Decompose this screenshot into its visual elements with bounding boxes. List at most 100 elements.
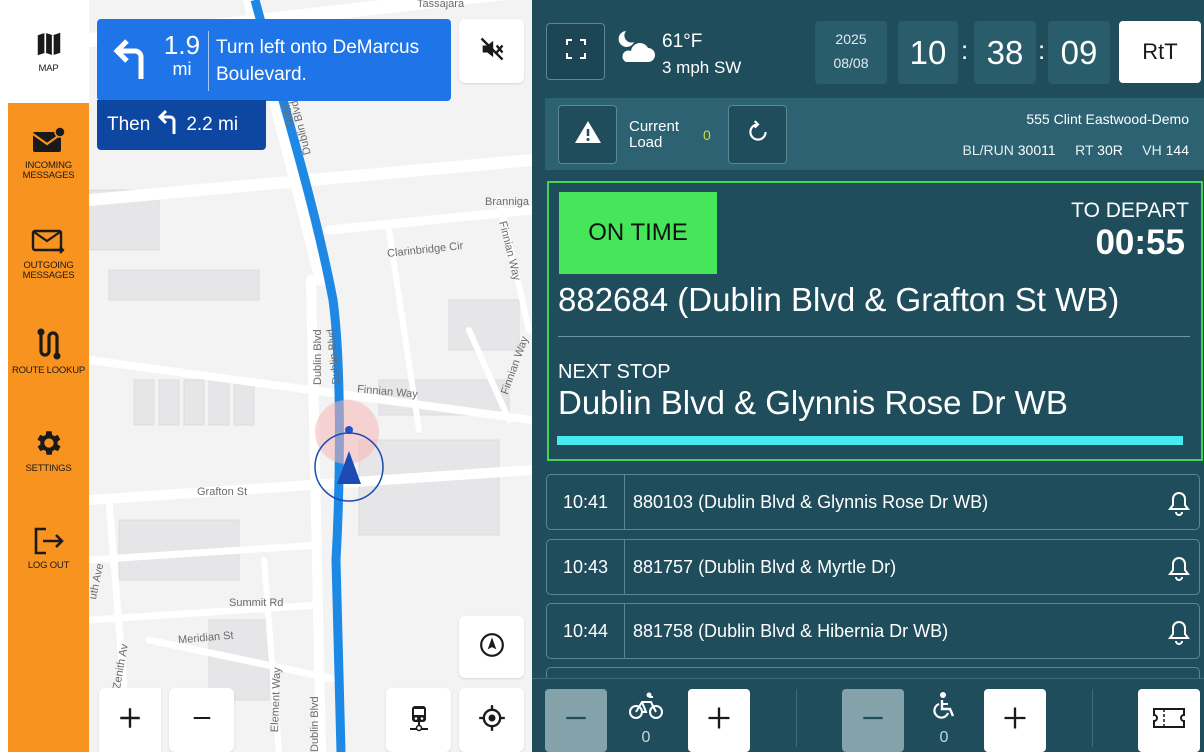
depart-countdown: 00:55 bbox=[1095, 223, 1185, 262]
weather-temp: 61°F bbox=[662, 31, 703, 52]
bike-increment-button[interactable] bbox=[688, 689, 750, 752]
sidebar-item-label: OUTGOING MESSAGES bbox=[22, 259, 75, 281]
clock-separator: : bbox=[961, 35, 969, 65]
crosshair-icon bbox=[478, 704, 506, 737]
minus-icon bbox=[191, 707, 213, 734]
vh-value: 144 bbox=[1165, 142, 1189, 158]
sidebar-item-route-lookup[interactable]: ROUTE LOOKUP bbox=[8, 316, 89, 386]
transit-stop-button[interactable] bbox=[386, 688, 451, 752]
nav-distance-unit: mi bbox=[172, 59, 192, 79]
wheelchair-decrement-button[interactable] bbox=[842, 689, 904, 752]
stop-time: 10:44 bbox=[547, 604, 625, 658]
zoom-out-button[interactable] bbox=[169, 688, 234, 752]
date-year: 2025 bbox=[835, 31, 867, 47]
stop-progress-bar bbox=[557, 436, 1183, 445]
refresh-load-button[interactable] bbox=[728, 105, 787, 164]
sidebar-item-incoming-messages[interactable]: INCOMING MESSAGES bbox=[8, 118, 89, 188]
bike-count: 0 bbox=[641, 729, 651, 746]
upcoming-stop-row[interactable]: 10:44 881758 (Dublin Blvd & Hibernia Dr … bbox=[546, 603, 1200, 659]
street-label: Element Way bbox=[269, 667, 284, 733]
run-identifiers: BL/RUN 30011 RT 30R VH 144 bbox=[963, 142, 1190, 158]
sidebar-item-log-out[interactable]: LOG OUT bbox=[8, 518, 89, 578]
bike-decrement-button[interactable] bbox=[545, 689, 607, 752]
nav-instruction-text: Turn left onto DeMarcus Boulevard. bbox=[216, 37, 420, 85]
bell-icon[interactable] bbox=[1167, 555, 1191, 586]
ticket-icon bbox=[1152, 705, 1186, 736]
street-label: Dublin Blvd bbox=[312, 329, 324, 385]
plus-icon bbox=[1001, 704, 1029, 737]
outgoing-message-icon bbox=[31, 226, 67, 256]
map-view[interactable]: Tassajara Dublin Blvd Dublin Blvd Branni… bbox=[89, 0, 532, 752]
turn-left-icon bbox=[111, 37, 151, 86]
sidebar-item-label: LOG OUT bbox=[27, 559, 70, 571]
gear-icon bbox=[33, 427, 65, 459]
turn-left-icon bbox=[156, 109, 180, 141]
warning-icon bbox=[574, 119, 602, 150]
operator-name: 555 Clint Eastwood-Demo bbox=[1026, 111, 1189, 127]
passenger-counter-bar: 0 0 bbox=[532, 678, 1204, 752]
wheelchair-icon bbox=[926, 691, 962, 726]
zoom-in-button[interactable] bbox=[99, 688, 161, 752]
upcoming-stop-row[interactable]: 10:41 880103 (Dublin Blvd & Glynnis Rose… bbox=[546, 474, 1200, 530]
refresh-icon bbox=[745, 119, 771, 150]
current-stop-card: ON TIME TO DEPART 00:55 882684 (Dublin B… bbox=[547, 181, 1203, 461]
plus-icon bbox=[705, 704, 733, 737]
minus-icon bbox=[860, 705, 886, 736]
minus-icon bbox=[563, 705, 589, 736]
bus-icon bbox=[407, 704, 431, 737]
nav-then-label: Then bbox=[107, 114, 151, 135]
vh-label: VH bbox=[1142, 142, 1162, 158]
divider bbox=[558, 336, 1190, 337]
recenter-button[interactable] bbox=[459, 688, 524, 752]
logout-icon bbox=[32, 526, 66, 556]
stop-name: 881757 (Dublin Blvd & Myrtle Dr) bbox=[633, 557, 897, 577]
divider bbox=[796, 689, 797, 747]
next-stop-name: Dublin Blvd & Glynnis Rose Dr WB bbox=[558, 384, 1068, 421]
bike-icon bbox=[628, 691, 664, 726]
sidebar-edge bbox=[0, 0, 8, 752]
wheelchair-count: 0 bbox=[939, 729, 949, 746]
fullscreen-button[interactable] bbox=[546, 23, 605, 80]
fullscreen-icon bbox=[564, 37, 588, 66]
nav-instruction-banner: 1.9 mi Turn left onto DeMarcus Boulevard… bbox=[97, 19, 451, 101]
volume-off-icon bbox=[478, 35, 506, 68]
bell-icon[interactable] bbox=[1167, 619, 1191, 650]
schedule-status-badge: ON TIME bbox=[559, 192, 717, 274]
rt-label: RT bbox=[1075, 142, 1094, 158]
street-label: Branniga bbox=[485, 196, 530, 208]
depart-label: TO DEPART bbox=[1071, 199, 1189, 222]
nav-distance-value: 1.9 bbox=[163, 30, 201, 60]
dispatch-panel: 61°F 3 mph SW 2025 08/08 10 : 38 : 09 Rt… bbox=[532, 0, 1204, 752]
current-stop-name: 882684 (Dublin Blvd & Grafton St WB) bbox=[558, 281, 1120, 318]
wheelchair-increment-button[interactable] bbox=[984, 689, 1046, 752]
stop-name: 881758 (Dublin Blvd & Hibernia Dr WB) bbox=[633, 621, 949, 641]
sidebar-item-map[interactable]: MAP bbox=[8, 0, 89, 103]
current-load-value: 0 bbox=[703, 127, 711, 143]
next-stop-label: NEXT STOP bbox=[558, 361, 671, 383]
mute-button[interactable] bbox=[459, 19, 524, 83]
sidebar-item-outgoing-messages[interactable]: OUTGOING MESSAGES bbox=[8, 218, 89, 288]
stop-time: 10:41 bbox=[547, 475, 625, 529]
incoming-message-icon bbox=[31, 125, 67, 156]
date-day: 08/08 bbox=[833, 55, 869, 71]
clock-separator: : bbox=[1038, 35, 1046, 65]
compass-button[interactable] bbox=[459, 616, 524, 678]
sidebar-item-label: SETTINGS bbox=[25, 462, 72, 474]
stop-name: 880103 (Dublin Blvd & Glynnis Rose Dr WB… bbox=[633, 492, 989, 512]
upcoming-stop-row[interactable]: 10:43 881757 (Dublin Blvd & Myrtle Dr) bbox=[546, 539, 1200, 595]
ticket-button[interactable] bbox=[1138, 689, 1200, 752]
partly-cloudy-night-icon bbox=[614, 28, 656, 71]
blrun-value: 30011 bbox=[1017, 142, 1056, 158]
clock-hour: 10 bbox=[898, 21, 958, 84]
sidebar-item-settings[interactable]: SETTINGS bbox=[8, 420, 89, 480]
rtt-button[interactable]: RtT bbox=[1119, 21, 1201, 83]
street-label: Grafton St bbox=[197, 486, 248, 498]
stop-time: 10:43 bbox=[547, 540, 625, 594]
bell-icon[interactable] bbox=[1167, 490, 1191, 521]
clock-minute: 38 bbox=[974, 21, 1036, 84]
sidebar-item-label: MAP bbox=[38, 63, 59, 74]
alert-button[interactable] bbox=[558, 105, 617, 164]
map-icon bbox=[34, 29, 64, 59]
compass-icon bbox=[479, 632, 505, 663]
divider bbox=[1092, 689, 1093, 747]
